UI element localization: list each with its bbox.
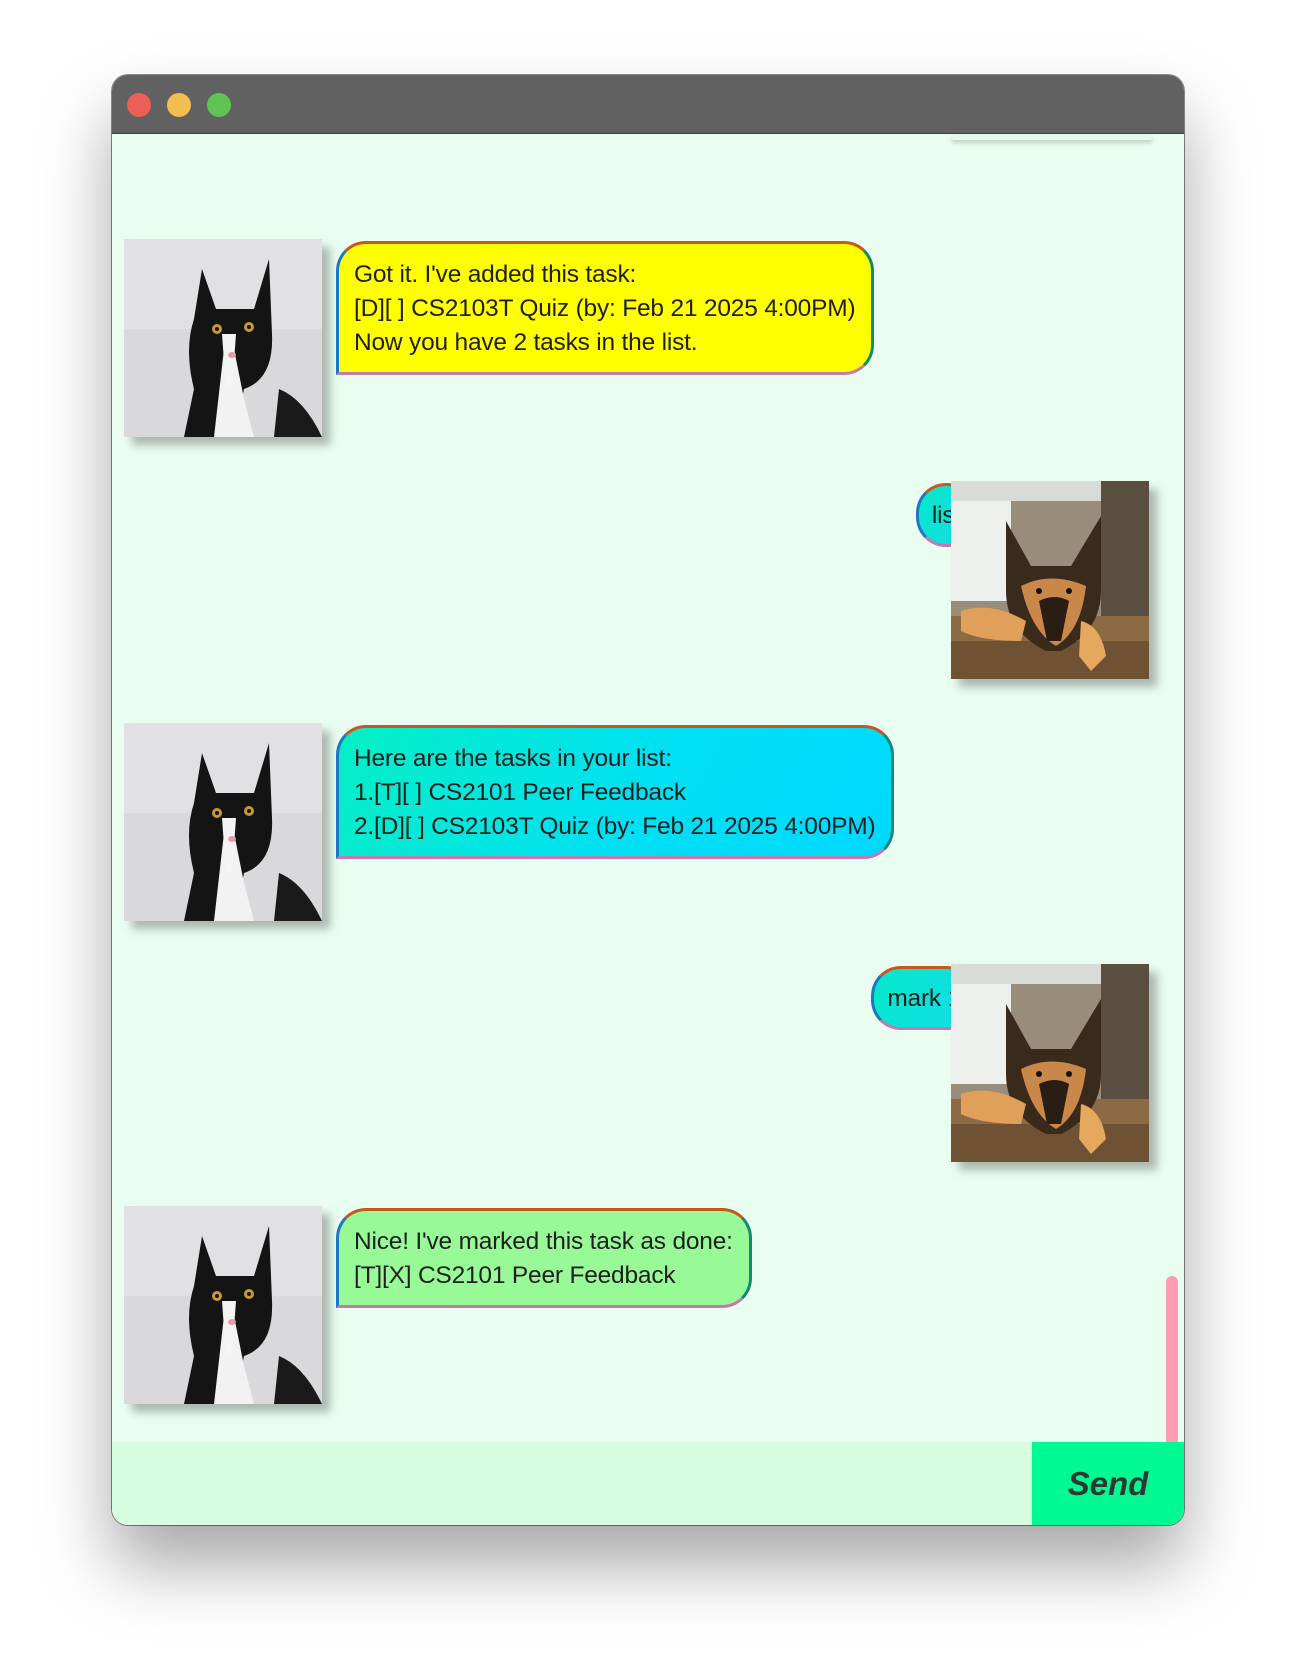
minimize-window-button[interactable] — [167, 93, 191, 117]
zoom-window-button[interactable] — [207, 93, 231, 117]
bot-message-bubble: Nice! I've marked this task as done: [T]… — [336, 1208, 752, 1308]
dialog-row-user: list — [112, 481, 1184, 681]
cat-avatar — [124, 1206, 322, 1404]
user-input-field[interactable] — [112, 1442, 1032, 1525]
chat-scroll-pane[interactable]: Got it. I've added this task: [D][ ] CS2… — [112, 134, 1184, 1440]
dialog-row-bot: Here are the tasks in your list: 1.[T][ … — [112, 723, 1184, 923]
title-bar — [112, 75, 1184, 134]
dialog-row-bot: Got it. I've added this task: [D][ ] CS2… — [112, 239, 1184, 439]
input-bar: Send — [112, 1442, 1184, 1525]
previous-message-edge — [952, 134, 1152, 140]
dog-avatar — [951, 481, 1149, 679]
close-window-button[interactable] — [127, 93, 151, 117]
vertical-scrollbar-thumb[interactable] — [1166, 1276, 1178, 1452]
dialog-row-user: mark 1 — [112, 964, 1184, 1164]
bot-message-bubble: Here are the tasks in your list: 1.[T][ … — [336, 725, 895, 859]
send-button[interactable]: Send — [1032, 1442, 1184, 1525]
cat-avatar — [124, 239, 322, 437]
bot-message-bubble: Got it. I've added this task: [D][ ] CS2… — [336, 241, 875, 375]
dog-avatar — [951, 964, 1149, 1162]
cat-avatar — [124, 723, 322, 921]
app-window: Got it. I've added this task: [D][ ] CS2… — [112, 75, 1184, 1525]
dialog-row-bot: Nice! I've marked this task as done: [T]… — [112, 1206, 1184, 1406]
